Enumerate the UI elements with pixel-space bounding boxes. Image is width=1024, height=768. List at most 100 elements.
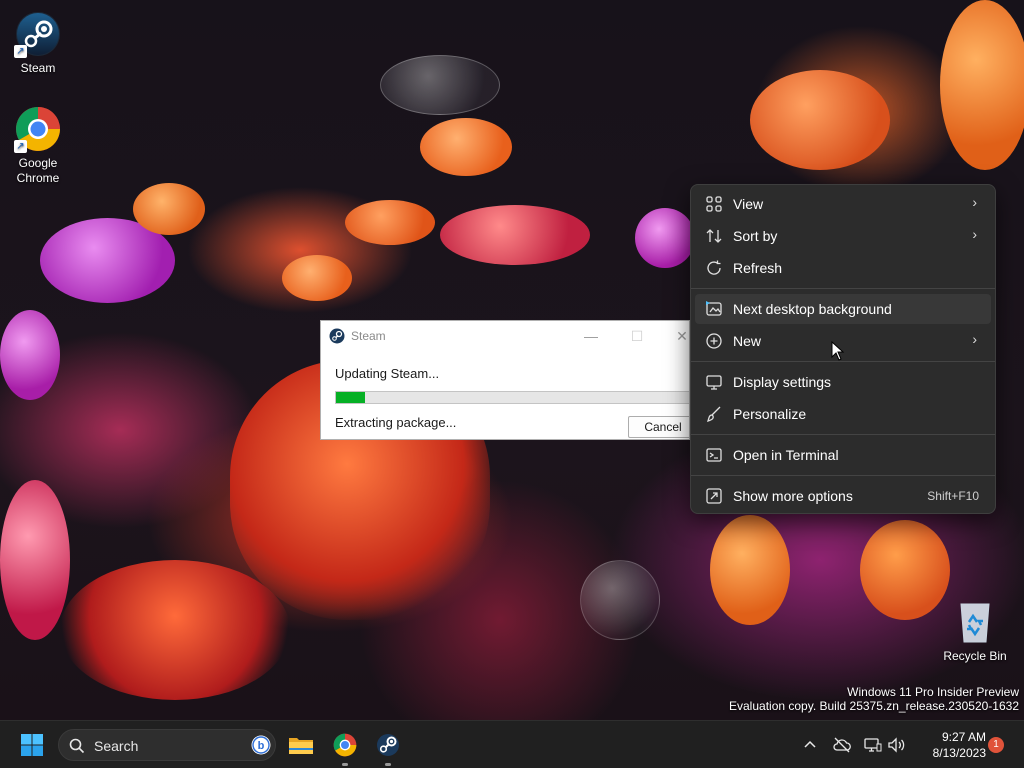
more-options-icon [706, 488, 722, 504]
watermark-line-1: Windows 11 Pro Insider Preview [847, 685, 1019, 699]
dialog-titlebar[interactable]: Steam — ☐ ✕ [321, 321, 689, 351]
brush-icon [706, 406, 721, 423]
menu-item-open-in-terminal[interactable]: Open in Terminal [695, 440, 991, 470]
wallpaper-shape [60, 560, 290, 700]
recycle-bin-icon [951, 598, 999, 646]
menu-item-refresh[interactable]: Refresh [695, 253, 991, 283]
menu-item-label: New [733, 333, 762, 349]
progress-fill [336, 392, 365, 403]
watermark-line-2: Evaluation copy. Build 25375.zn_release.… [729, 699, 1019, 713]
grid-icon [706, 196, 722, 212]
close-button[interactable]: ✕ [668, 325, 689, 347]
menu-item-label: Sort by [733, 228, 778, 244]
cancel-button[interactable]: Cancel [628, 416, 689, 438]
menu-item-label: Personalize [733, 406, 807, 422]
wallpaper-shape [580, 560, 660, 640]
steam-icon: ↗ [14, 10, 62, 58]
maximize-button[interactable]: ☐ [623, 325, 651, 347]
menu-item-shortcut: Shift+F10 [927, 489, 979, 503]
dialog-title: Steam [351, 329, 386, 343]
notification-badge[interactable]: 1 [988, 737, 1004, 753]
bing-icon: b [251, 735, 271, 755]
steam-icon [329, 328, 345, 344]
cloud-offline-icon[interactable] [832, 735, 852, 755]
clock-time: 9:27 AM [941, 730, 986, 744]
volume-icon[interactable] [886, 735, 906, 755]
chrome-icon: ↗ [14, 105, 62, 153]
menu-separator [691, 288, 995, 289]
wallpaper-shape [345, 200, 435, 245]
menu-separator [691, 434, 995, 435]
taskbar-file-explorer[interactable] [285, 729, 317, 761]
steam-icon [377, 734, 399, 756]
taskbar-chrome[interactable] [329, 729, 361, 766]
running-indicator [342, 763, 348, 766]
steam-update-dialog: Steam — ☐ ✕ Updating Steam... Extracting… [320, 320, 690, 440]
shortcut-arrow-icon: ↗ [14, 45, 27, 58]
chevron-right-icon: › [972, 226, 977, 242]
desktop-icon-label: Recycle Bin [943, 649, 1007, 663]
menu-item-next-desktop-background[interactable]: Next desktop background [695, 294, 991, 324]
menu-item-label: Refresh [733, 260, 783, 276]
menu-item-display-settings[interactable]: Display settings [695, 367, 991, 397]
desktop-icon-label: Google Chrome [16, 156, 60, 185]
menu-item-label: View [733, 196, 764, 212]
update-status-text: Updating Steam... [335, 366, 440, 381]
chrome-icon [333, 733, 357, 757]
menu-separator [691, 475, 995, 476]
file-explorer-icon [289, 738, 313, 754]
desktop-icon-steam[interactable]: ↗ Steam [3, 10, 73, 76]
wallpaper-shape [940, 0, 1024, 170]
wallpaper-shape [860, 520, 950, 620]
wallpaper-shape [635, 208, 695, 268]
taskbar: Search b 9:27 AM 8/13/2023 1 [0, 720, 1024, 768]
wallpaper-shape [380, 55, 500, 115]
search-placeholder: Search [94, 738, 139, 754]
menu-item-sort-by[interactable]: Sort by › [695, 221, 991, 251]
taskbar-search-box[interactable]: Search b [58, 729, 276, 761]
svg-text:b: b [258, 740, 265, 752]
shortcut-arrow-icon: ↗ [14, 140, 27, 153]
network-icon[interactable] [863, 735, 883, 755]
wallpaper-shape [440, 205, 590, 265]
desktop-icon-recycle-bin[interactable]: Recycle Bin [940, 598, 1010, 664]
wallpaper-shape [133, 183, 205, 235]
menu-separator [691, 361, 995, 362]
menu-item-view[interactable]: View › [695, 189, 991, 219]
mouse-cursor-icon [831, 341, 845, 361]
windows-logo-icon [21, 734, 43, 756]
display-icon [706, 375, 722, 390]
wallpaper-shape [282, 255, 352, 301]
menu-item-label: Next desktop background [733, 301, 892, 317]
refresh-icon [707, 260, 721, 275]
update-substatus-text: Extracting package... [335, 415, 457, 430]
plus-circle-icon [706, 333, 722, 349]
update-progress-bar [335, 391, 689, 404]
wallpaper-shape [0, 480, 70, 640]
chevron-right-icon: › [972, 331, 977, 347]
taskbar-steam[interactable] [372, 729, 404, 766]
sort-icon [706, 229, 722, 243]
minimize-button[interactable]: — [577, 325, 605, 347]
terminal-icon [706, 448, 722, 462]
desktop-icon-label: Steam [20, 61, 56, 75]
clock-date: 8/13/2023 [932, 746, 986, 760]
wallpaper-shape [420, 118, 512, 176]
wallpaper-shape [710, 515, 790, 625]
chevron-right-icon: › [972, 194, 977, 210]
windows-watermark: Windows 11 Pro Insider Preview Evaluatio… [729, 685, 1019, 713]
wallpaper-shape [750, 70, 890, 170]
desktop-icon-google-chrome[interactable]: ↗ Google Chrome [3, 105, 73, 186]
menu-item-label: Open in Terminal [733, 447, 839, 463]
menu-item-label: Show more options [733, 488, 853, 504]
next-background-icon [706, 301, 722, 316]
menu-item-personalize[interactable]: Personalize [695, 399, 991, 429]
menu-item-show-more-options[interactable]: Show more options Shift+F10 [695, 481, 991, 511]
wallpaper-shape [0, 310, 60, 400]
chevron-up-icon[interactable] [800, 735, 820, 755]
taskbar-clock[interactable]: 9:27 AM 8/13/2023 [916, 729, 986, 761]
running-indicator [385, 763, 391, 766]
search-icon [69, 738, 85, 754]
start-button[interactable] [16, 729, 48, 761]
menu-item-label: Display settings [733, 374, 832, 390]
